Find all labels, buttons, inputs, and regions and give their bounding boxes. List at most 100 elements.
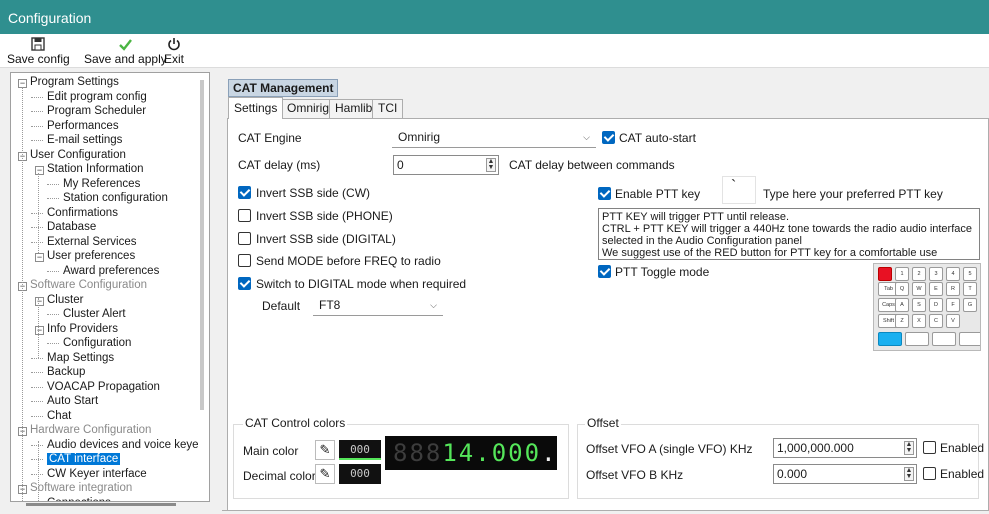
keyboard-key: 4 [946,267,960,281]
tab-settings[interactable]: Settings [228,97,284,119]
keyboard-key: 2 [912,267,926,281]
tree-item-backup[interactable]: Backup [47,365,85,379]
tree-connector [31,241,43,243]
decimal-color-swatch[interactable]: 000 [339,464,381,484]
tree-item-user-configuration[interactable]: − User Configuration [18,148,126,162]
tree-item-user-preferences[interactable]: − User preferences [35,249,135,263]
invert-phone-checkbox[interactable] [238,209,251,222]
main-color-swatch[interactable]: 000 [339,440,381,460]
tree-item-confirmations[interactable]: Confirmations [47,206,118,220]
switch-digital-checkbox[interactable] [238,277,251,290]
collapse-icon[interactable]: − [35,166,44,175]
tree-item-program-scheduler[interactable]: Program Scheduler [47,104,146,118]
tree-item-configuration[interactable]: Configuration [63,336,131,350]
tree-vertical-scrollbar[interactable] [200,80,204,410]
send-mode-checkbox[interactable] [238,254,251,267]
cat-colors-title: CAT Control colors [243,416,348,430]
keyboard-key [932,332,956,346]
tree-item-cluster-alert[interactable]: Cluster Alert [63,307,126,321]
tree-item-cw-keyer-interface[interactable]: CW Keyer interface [47,467,147,481]
color-picker-icon[interactable]: ✎ [315,440,335,460]
invert-digital-checkbox[interactable] [238,232,251,245]
collapse-icon[interactable]: − [35,253,44,262]
settings-tree: − Program Settings Edit program config Prog… [10,72,210,502]
ptt-key-input[interactable]: ` [722,176,756,204]
ptt-info-line: selected in the Audio Configuration pane… [602,235,802,247]
tab-omnirig[interactable]: Omnirig [281,99,336,118]
lcd-main-digits: 14.000 [442,439,542,467]
color-picker-icon[interactable]: ✎ [315,464,335,484]
tree-item-label: Edit program config [47,90,147,103]
default-mode-select[interactable]: FT8 ⌵ [313,296,443,316]
tab-tci[interactable]: TCI [372,99,404,118]
tree-item-audio-devices[interactable]: Audio devices and voice keye [47,438,199,452]
tree-item-email-settings[interactable]: E-mail settings [47,133,122,147]
collapse-icon[interactable]: − [35,325,44,335]
cat-delay-label: CAT delay (ms) [238,158,321,172]
keyboard-key: Q [895,282,909,296]
tree-item-software-configuration[interactable]: − Software Configuration [18,278,147,292]
tree-horizontal-scrollbar[interactable] [26,503,176,506]
cat-delay-description: CAT delay between commands [509,158,675,172]
tree-item-database[interactable]: Database [47,220,96,234]
offset-a-enabled-checkbox[interactable] [923,441,936,454]
tree-connector [38,298,39,358]
tree-item-label: Cluster Alert [63,308,126,320]
tree-item-label: Info Providers [47,322,118,335]
tree-item-auto-start[interactable]: Auto Start [47,394,98,408]
offset-vfo-b-input[interactable]: 0.000 ▲ ▼ [773,464,917,484]
tree-item-voacap-propagation[interactable]: VOACAP Propagation [47,380,160,394]
tree-item-label: Chat [47,409,72,422]
save-and-apply-button[interactable]: Save and apply [84,37,167,66]
tree-item-external-services[interactable]: External Services [47,235,136,249]
enable-ptt-checkbox[interactable] [598,187,611,200]
tree-item-edit-program-config[interactable]: Edit program config [47,90,147,104]
tree-item-cluster[interactable]: − Cluster [35,293,83,307]
tree-item-label: Award preferences [63,264,160,277]
tree-item-station-information[interactable]: − Station Information [35,162,144,176]
offset-vfo-a-input[interactable]: 1,000,000.000 ▲ ▼ [773,438,917,458]
ptt-toggle-checkbox[interactable] [598,265,611,278]
keyboard-key: 3 [929,267,943,281]
invert-digital-label: Invert SSB side (DIGITAL) [256,232,396,246]
tree-item-program-settings[interactable]: − Program Settings [18,75,119,89]
tree-item-label: Performances [47,119,119,132]
offset-b-enabled-checkbox[interactable] [923,467,936,480]
tree-connector [22,87,23,501]
tree-item-hardware-configuration[interactable]: − Hardware Configuration [18,423,151,437]
tree-connector [31,111,43,112]
tree-item-cat-interface[interactable]: CAT interface [47,452,121,466]
tree-item-award-preferences[interactable]: Award preferences [63,264,159,278]
toolbar: Save config Save and apply Exit [0,34,989,68]
main-color-label: Main color [243,444,299,458]
section-title: CAT Management [228,79,339,97]
tree-item-label: Cluster [47,293,84,306]
cat-engine-select[interactable]: Omnirig ⌵ [392,128,596,148]
tree-item-connections[interactable]: Connections [47,496,111,502]
tree-item-info-providers[interactable]: − Info Providers [35,322,118,336]
spin-arrows-icon[interactable]: ▲ ▼ [486,158,496,172]
tab-hamlib[interactable]: Hamlib [329,99,379,118]
tree-item-label: Configuration [63,337,132,349]
cat-delay-input[interactable]: 0 ▲ ▼ [393,155,499,175]
offset-title: Offset [585,416,621,430]
cat-autostart-checkbox[interactable] [602,131,615,144]
exit-button[interactable]: Exit [164,37,184,66]
tree-connector [31,401,43,402]
tree-item-station-configuration[interactable]: Station configuration [63,191,168,205]
tree-item-my-references[interactable]: My References [63,177,140,191]
tree-item-software-integration[interactable]: − Software integration [18,481,132,495]
spin-arrows-icon[interactable]: ▲ ▼ [904,441,914,455]
collapse-icon[interactable]: − [35,296,44,306]
tree-connector [31,459,43,460]
tree-item-map-settings[interactable]: Map Settings [47,351,114,365]
save-config-button[interactable]: Save config [7,37,70,66]
keyboard-key: T [963,282,977,296]
tree-item-label: Program Scheduler [47,105,147,117]
spin-arrows-icon[interactable]: ▲ ▼ [904,467,914,481]
keyboard-key: X [912,314,926,328]
keyboard-key: 1 [895,267,909,281]
invert-cw-checkbox[interactable] [238,186,251,199]
tree-item-performances[interactable]: Performances [47,119,119,133]
tree-item-chat[interactable]: Chat [47,409,71,423]
